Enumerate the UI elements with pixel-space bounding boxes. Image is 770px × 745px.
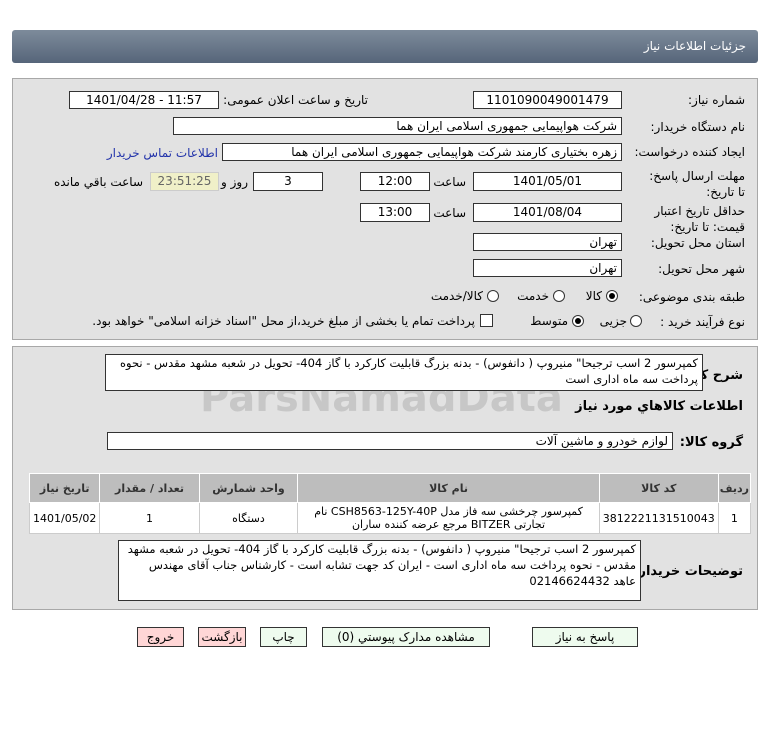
category-option-goods: كالا: [585, 289, 602, 303]
deadline-time-field: 12:00: [360, 172, 430, 191]
goods-group-label: گروه کالا:: [679, 435, 743, 450]
cell-date: 1401/05/02: [28, 502, 101, 534]
category-option-both: كالا/خدمت: [430, 289, 483, 303]
days-label: روز و: [221, 175, 248, 189]
announce-label: تاریخ و ساعت اعلان عمومی:: [223, 93, 368, 107]
col-name: نام کالا: [297, 473, 600, 503]
category-label: طبقه بندی موضوعی:: [638, 290, 745, 304]
category-radio-goods[interactable]: [606, 290, 618, 302]
announce-field: 1401/04/28 - 11:57: [69, 91, 219, 109]
buyer-contact-link[interactable]: اطلاعات تماس خریدار: [100, 146, 218, 160]
cell-name: کمپرسور چرخشی سه فاز مدل CSH8563-125Y-40…: [297, 502, 600, 534]
buyer-field: شرکت هواپیمایی جمهوری اسلامی ایران هما: [173, 117, 622, 135]
process-option-medium: متوسط: [530, 314, 568, 328]
col-row: ردیف: [717, 473, 752, 503]
creator-field: زهره بختیاری کارمند شرکت هواپیمایی جمهور…: [222, 143, 622, 161]
buyer-label: نام دستگاه خریدار:: [650, 120, 746, 134]
category-radio-both[interactable]: [487, 290, 499, 302]
validity-label: حداقل تاریخ اعتبار قیمت: تا تاریخ:: [654, 204, 745, 234]
col-code: کد کالا: [598, 473, 719, 503]
goods-group-field: لوازم خودرو و ماشین آلات: [107, 432, 673, 450]
remaining-time-field: 23:51:25: [150, 172, 219, 191]
process-option-minor: جزیی: [599, 314, 627, 328]
summary-field: کمپرسور 2 اسب ترجیحا" منیروپ ( دانفوس) -…: [105, 354, 703, 391]
remaining-label: ساعت باقي مانده: [53, 175, 143, 189]
city-label: شهر محل تحویل:: [658, 262, 745, 276]
validity-time-field: 13:00: [360, 203, 430, 222]
category-option-service: خدمت: [517, 289, 549, 303]
col-date: تاریخ نیاز: [28, 473, 101, 503]
treasury-payment-checkbox[interactable]: [480, 314, 493, 327]
goods-table: ردیف کد کالا نام کالا واحد شمارش تعداد /…: [28, 473, 752, 534]
validity-date-field: 1401/08/04: [473, 203, 622, 222]
category-radio-service[interactable]: [553, 290, 565, 302]
page-title: جزئیات اطلاعات نیاز: [643, 39, 746, 53]
col-unit: واحد شمارش: [198, 473, 299, 503]
table-header-row: ردیف کد کالا نام کالا واحد شمارش تعداد /…: [28, 473, 752, 503]
creator-label: ایجاد کننده درخواست:: [634, 145, 745, 159]
process-radio-minor[interactable]: [630, 315, 642, 327]
treasury-payment-label: پرداخت تمام یا بخشی از مبلغ خرید،از محل …: [92, 314, 475, 328]
buyer-notes-label: توضیحات خریدار:: [633, 564, 743, 579]
days-remaining-field: 3: [253, 172, 323, 191]
need-number-field: 1101090049001479: [473, 91, 622, 109]
goods-section-title: اطلاعات كالاهاي مورد نياز: [575, 399, 743, 414]
cell-code: 3812221131510043: [598, 502, 719, 534]
print-button[interactable]: چاپ: [260, 627, 307, 647]
process-label: نوع فرآیند خرید :: [660, 315, 745, 329]
validity-time-label: ساعت: [433, 206, 466, 220]
table-row: 1 3812221131510043 کمپرسور چرخشی سه فاز …: [28, 502, 752, 534]
city-field: تهران: [473, 259, 622, 277]
exit-button[interactable]: خروج: [137, 627, 184, 647]
deadline-label: مهلت ارسال پاسخ: تا تاریخ:: [649, 169, 745, 199]
cell-qty: 1: [99, 502, 200, 534]
buyer-notes-field: کمپرسور 2 اسب ترجیحا" منیروپ ( دانفوس) -…: [118, 540, 641, 601]
cell-unit: دستگاه: [198, 502, 299, 534]
cell-row: 1: [717, 502, 752, 534]
province-field: تهران: [473, 233, 622, 251]
process-radio-medium[interactable]: [572, 315, 584, 327]
col-qty: تعداد / مقدار: [99, 473, 200, 503]
view-attachments-button[interactable]: مشاهده مدارک پیوستي (0): [322, 627, 490, 647]
province-label: استان محل تحویل:: [650, 236, 745, 250]
deadline-time-label: ساعت: [433, 175, 466, 189]
back-button[interactable]: بازگشت: [198, 627, 246, 647]
reply-button[interactable]: پاسخ به نیاز: [532, 627, 638, 647]
deadline-date-field: 1401/05/01: [473, 172, 622, 191]
need-number-label: شماره نیاز:: [688, 93, 745, 107]
page-header: جزئیات اطلاعات نیاز: [12, 30, 758, 63]
